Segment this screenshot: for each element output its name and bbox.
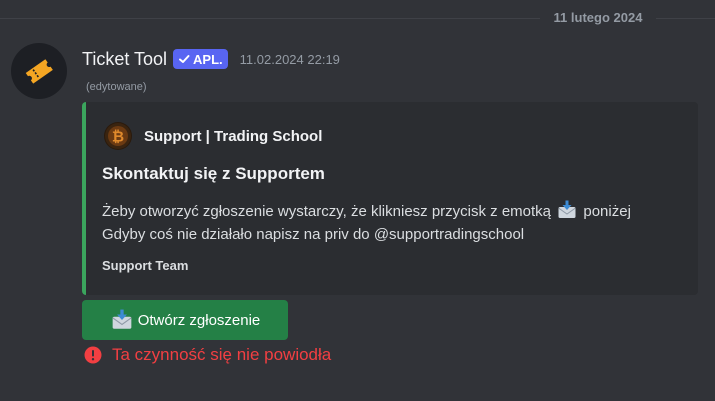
description-text: poniżej	[583, 203, 631, 220]
embed-description-line: Żeby otworzyć zgłoszenie wystarczy, że k…	[102, 200, 692, 223]
embed: ₿ Support | Trading School Skontaktuj si…	[82, 102, 698, 295]
error-message: Ta czynność się nie powiodła	[84, 345, 331, 365]
edited-label: (edytowane)	[86, 81, 147, 93]
check-icon	[179, 55, 190, 63]
app-badge-label: APL.	[193, 51, 223, 67]
embed-author-name: Support | Trading School	[144, 127, 323, 145]
open-ticket-button[interactable]: Otwórz zgłoszenie	[82, 300, 288, 340]
error-circle-icon	[84, 346, 102, 364]
date-divider: 11 lutego 2024	[0, 8, 715, 30]
avatar[interactable]	[11, 43, 67, 99]
ticket-icon	[25, 59, 53, 84]
embed-title: Skontaktuj się z Supportem	[102, 164, 325, 183]
chat-page: 11 lutego 2024 Ticket Tool APL. 11.02.20…	[0, 0, 715, 401]
envelope-with-arrow-icon	[558, 200, 576, 218]
divider-line	[656, 18, 715, 19]
embed-description: Żeby otworzyć zgłoszenie wystarczy, że k…	[102, 200, 692, 246]
divider-line	[0, 18, 540, 19]
description-text: Żeby otworzyć zgłoszenie wystarczy, że k…	[102, 203, 552, 220]
envelope-with-arrow-icon	[112, 309, 132, 329]
message-timestamp: 11.02.2024 22:19	[239, 51, 340, 67]
app-badge: APL.	[173, 49, 228, 69]
embed-author: ₿ Support | Trading School	[104, 122, 322, 150]
svg-text:₿: ₿	[112, 128, 124, 146]
embed-footer: Support Team	[102, 258, 189, 273]
bitcoin-logo-icon: ₿	[104, 122, 132, 150]
message-header: Ticket Tool APL. 11.02.2024 22:19	[82, 46, 340, 72]
open-ticket-button-label: Otwórz zgłoszenie	[137, 311, 261, 329]
error-text: Ta czynność się nie powiodła	[112, 345, 332, 364]
username[interactable]: Ticket Tool	[82, 49, 167, 70]
embed-description-line: Gdyby coś nie działało napisz na priv do…	[102, 226, 525, 243]
date-divider-label: 11 lutego 2024	[553, 10, 643, 25]
